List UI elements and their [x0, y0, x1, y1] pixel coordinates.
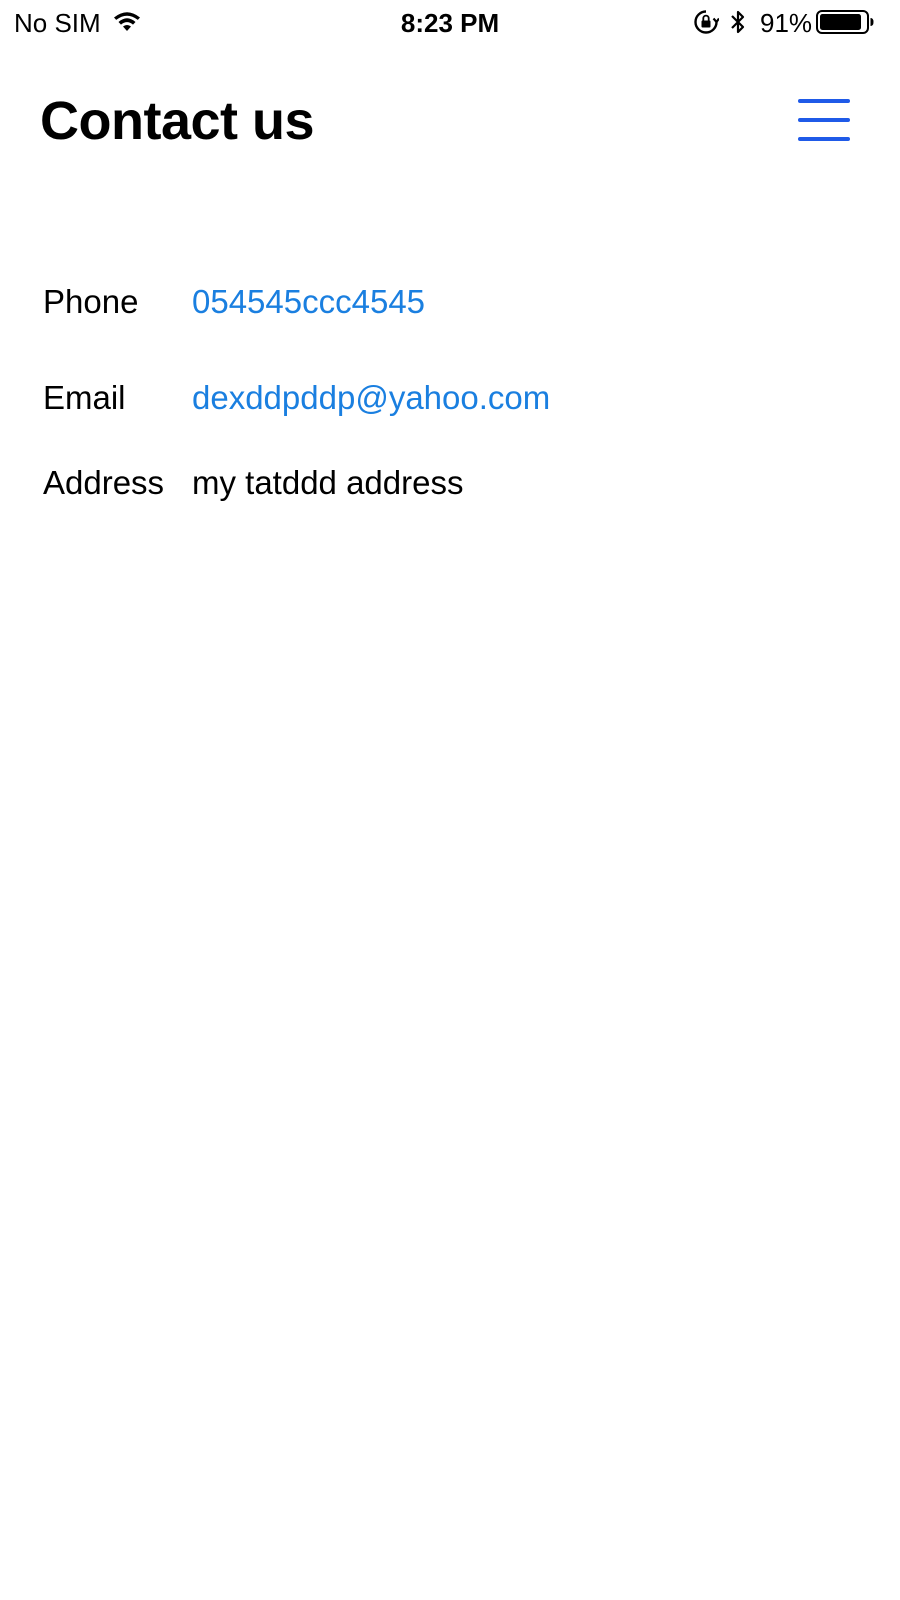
email-link[interactable]: dexddpddp@yahoo.com [192, 376, 550, 420]
battery-icon [816, 10, 874, 34]
battery-percent: 91% [760, 8, 813, 38]
phone-link[interactable]: 054545ccc4545 [192, 280, 425, 324]
status-bar: No SIM 8:23 PM 91% [0, 0, 900, 44]
orientation-lock-icon [694, 10, 719, 34]
menu-button[interactable] [790, 92, 858, 148]
address-row: Address my tatddd address [43, 461, 863, 505]
phone-label: Phone [43, 283, 139, 320]
email-label: Email [43, 379, 126, 416]
email-row: Email dexddpddp@yahoo.com [43, 376, 863, 420]
address-value: my tatddd address [192, 464, 464, 501]
page-title: Contact us [40, 91, 315, 151]
phone-row: Phone 054545ccc4545 [43, 280, 863, 324]
contact-screen: No SIM 8:23 PM 91% Contact us Phone 0545… [0, 0, 900, 1600]
hamburger-menu-icon [798, 99, 850, 141]
bluetooth-icon [731, 10, 745, 34]
address-label: Address [43, 464, 165, 501]
